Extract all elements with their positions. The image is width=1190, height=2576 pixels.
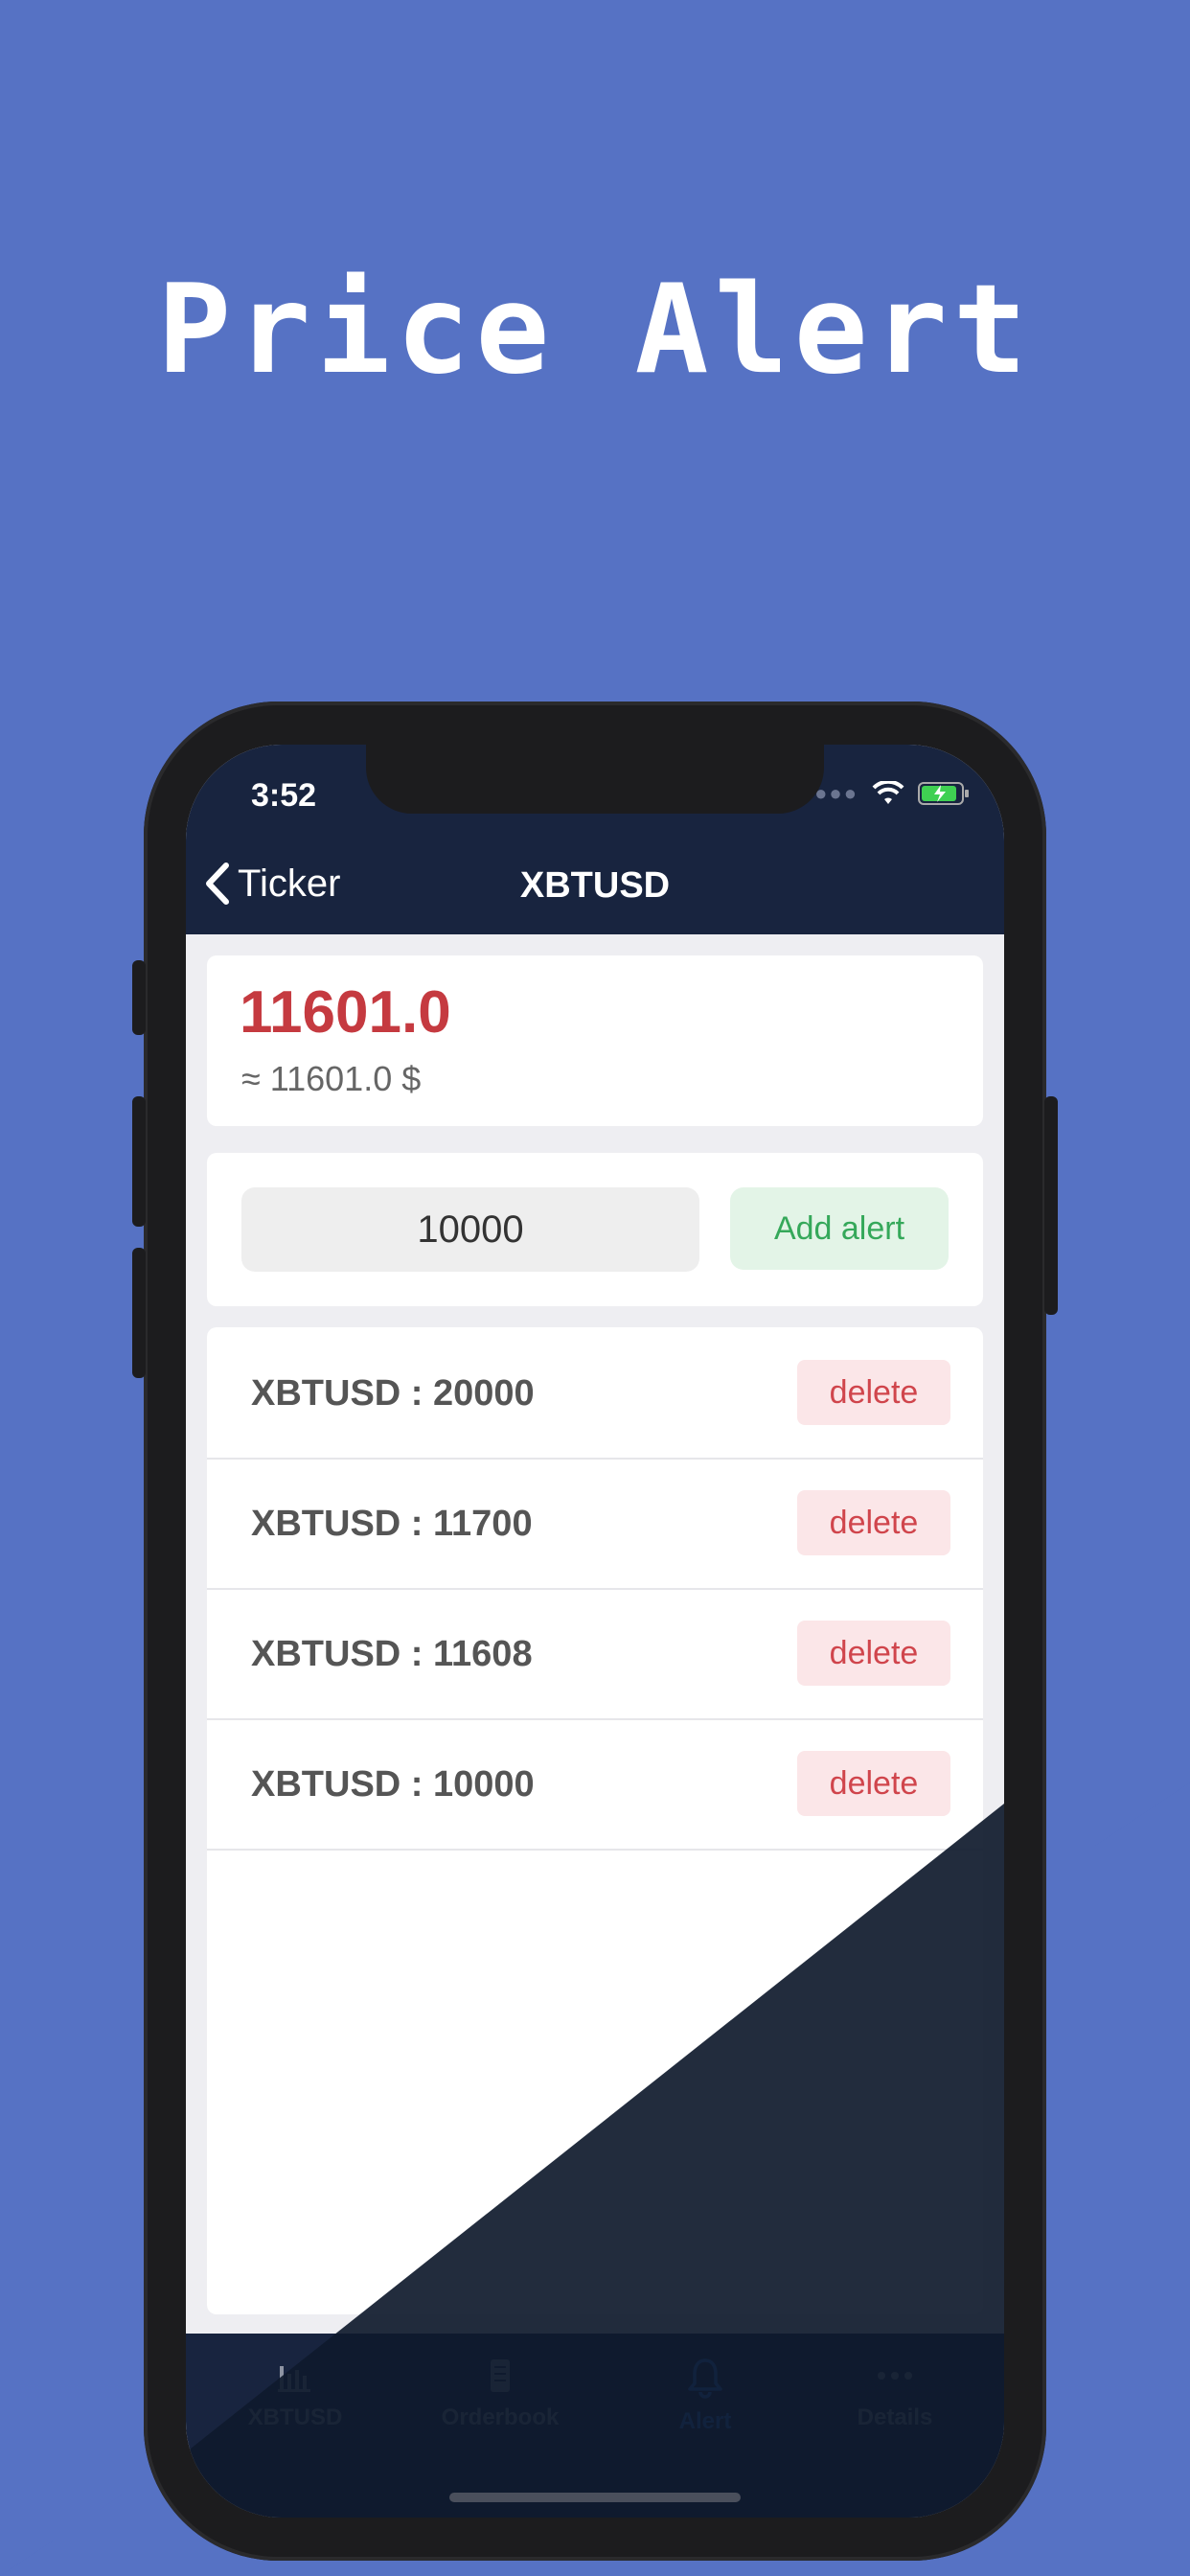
- status-icons: ●●●●: [800, 781, 970, 806]
- alert-row: XBTUSD : 20000 delete: [207, 1327, 983, 1460]
- battery-charging-icon: [918, 782, 969, 805]
- tab-label: Orderbook: [441, 2404, 560, 2430]
- bell-icon: [688, 2358, 722, 2399]
- content-area: 11601.0 ≈ 11601.0 $ Add alert XBTUSD : 2…: [186, 934, 1004, 2334]
- tab-xbtusd[interactable]: XBTUSD: [199, 2357, 391, 2462]
- alert-row: XBTUSD : 11700 delete: [207, 1458, 983, 1590]
- phone-volume-down: [132, 1248, 146, 1378]
- alert-label: XBTUSD : 11700: [251, 1504, 533, 1544]
- headline: Price Alert: [157, 259, 1033, 402]
- tab-details[interactable]: Details: [799, 2357, 991, 2462]
- alert-row: XBTUSD : 11608 delete: [207, 1588, 983, 1720]
- alert-label: XBTUSD : 10000: [251, 1764, 535, 1805]
- alert-label: XBTUSD : 11608: [251, 1634, 533, 1674]
- add-alert-card: Add alert: [207, 1153, 983, 1306]
- phone-power-button: [1044, 1096, 1058, 1315]
- delete-button[interactable]: delete: [797, 1490, 950, 1555]
- last-price: 11601.0: [240, 979, 451, 1046]
- phone-screen: 3:52 ●●●● Ticker XBTUSD 11601.0 ≈ 11601.…: [186, 745, 1004, 2518]
- phone-silent-switch: [132, 960, 146, 1035]
- tab-bar: XBTUSD Orderbook Alert Details: [186, 2334, 1004, 2518]
- more-icon: [878, 2372, 912, 2380]
- alert-price-input[interactable]: [241, 1187, 699, 1272]
- phone-volume-up: [132, 1096, 146, 1227]
- status-time: 3:52: [251, 777, 317, 814]
- tab-label: XBTUSD: [247, 2404, 343, 2430]
- tab-label: Alert: [678, 2408, 732, 2434]
- price-usd: ≈ 11601.0 $: [241, 1059, 422, 1098]
- delete-button[interactable]: delete: [797, 1751, 950, 1816]
- tab-orderbook[interactable]: Orderbook: [404, 2357, 596, 2462]
- notch: [366, 745, 824, 814]
- alert-list: XBTUSD : 20000 delete XBTUSD : 11700 del…: [207, 1327, 983, 2314]
- add-alert-button[interactable]: Add alert: [730, 1187, 949, 1270]
- alert-label: XBTUSD : 20000: [251, 1373, 535, 1414]
- nav-title: XBTUSD: [519, 865, 671, 906]
- tab-label: Details: [857, 2404, 933, 2430]
- chart-icon: [278, 2366, 310, 2392]
- tab-alert[interactable]: Alert: [609, 2357, 801, 2462]
- navigation-bar: Ticker XBTUSD: [186, 839, 1004, 934]
- phone-frame: 3:52 ●●●● Ticker XBTUSD 11601.0 ≈ 11601.…: [132, 702, 1058, 2561]
- alert-row: XBTUSD : 10000 delete: [207, 1718, 983, 1851]
- delete-button[interactable]: delete: [797, 1621, 950, 1686]
- wifi-icon: [872, 781, 904, 804]
- delete-button[interactable]: delete: [797, 1360, 950, 1425]
- home-indicator: [449, 2493, 741, 2502]
- price-card: 11601.0 ≈ 11601.0 $: [207, 955, 983, 1126]
- book-icon: [491, 2359, 510, 2392]
